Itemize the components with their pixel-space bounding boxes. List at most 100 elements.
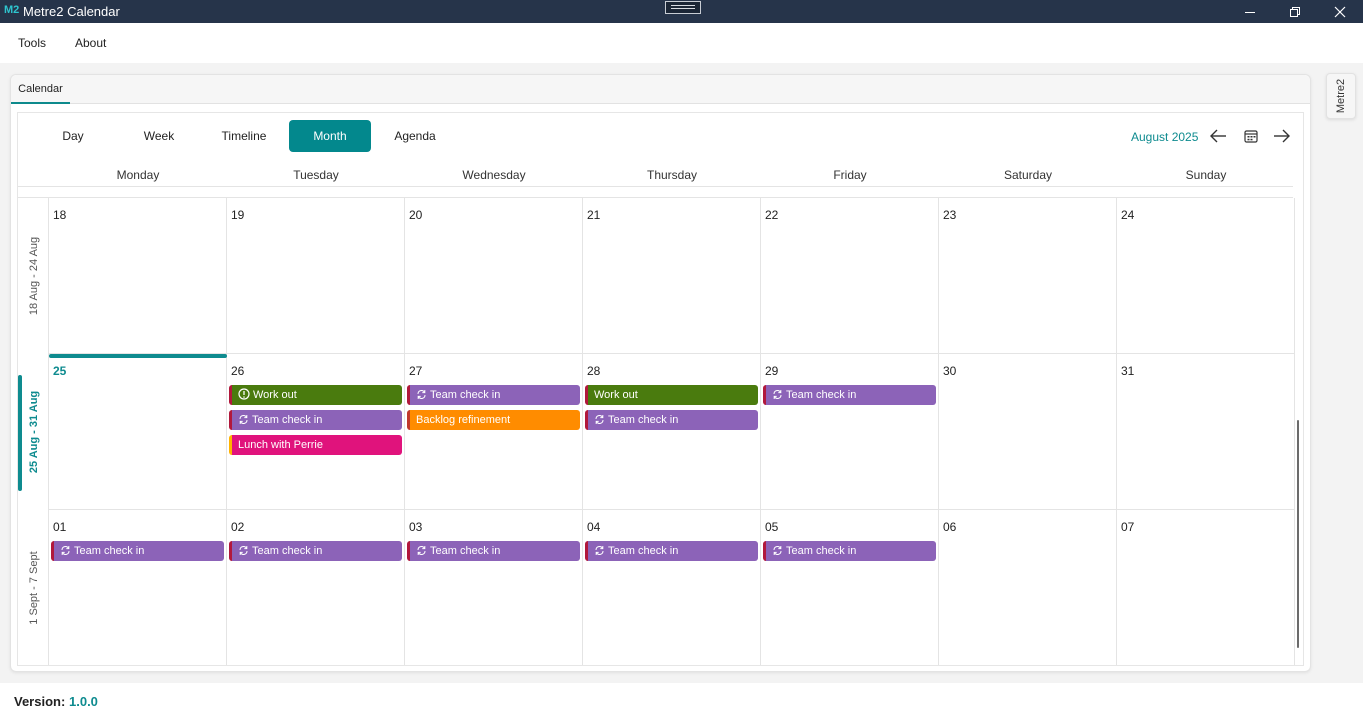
dayname-saturday: Saturday bbox=[1003, 168, 1053, 182]
calendar-icon bbox=[1244, 130, 1258, 143]
day-number: 18 bbox=[53, 208, 67, 222]
day-cell[interactable]: 28 bbox=[583, 354, 761, 510]
previous-week-row-partial bbox=[18, 187, 1293, 198]
day-number: 21 bbox=[587, 208, 601, 222]
day-cell-today[interactable]: 25 bbox=[49, 354, 227, 510]
event-backlog-refinement[interactable]: Backlog refinement bbox=[407, 410, 580, 430]
day-number: 25 bbox=[53, 364, 67, 378]
day-cell[interactable]: 18 bbox=[49, 198, 227, 354]
view-day-button[interactable]: Day bbox=[32, 120, 114, 152]
view-month-button[interactable]: Month bbox=[289, 120, 371, 152]
week-label-1[interactable]: 18 Aug - 24 Aug bbox=[18, 198, 49, 354]
date-picker-button[interactable] bbox=[1242, 127, 1260, 145]
week-label-3[interactable]: 1 Sept - 7 Sept bbox=[18, 510, 49, 665]
month-grid: 18 Aug - 24 Aug 25 Aug - 31 Aug 1 Sept -… bbox=[18, 198, 1295, 665]
calendar: Day Week Timeline Month Agenda August 20… bbox=[17, 112, 1304, 666]
menu-about[interactable]: About bbox=[75, 36, 106, 50]
day-cell[interactable]: 23 bbox=[939, 198, 1117, 354]
recurring-icon bbox=[239, 545, 248, 555]
week-label-2[interactable]: 25 Aug - 31 Aug bbox=[18, 354, 49, 510]
event-title: Team check in bbox=[430, 545, 501, 557]
dayname-sunday: Sunday bbox=[1185, 168, 1227, 182]
minimize-button[interactable] bbox=[1227, 0, 1273, 23]
event-title: Team check in bbox=[252, 414, 323, 426]
day-cell[interactable]: 07 bbox=[1117, 510, 1295, 665]
alert-circle-icon bbox=[238, 388, 250, 400]
day-cell[interactable]: 27 bbox=[405, 354, 583, 510]
day-cell[interactable]: 05 bbox=[761, 510, 939, 665]
day-cell[interactable]: 30 bbox=[939, 354, 1117, 510]
day-cell[interactable]: 24 bbox=[1117, 198, 1295, 354]
event-team-check-in[interactable]: Team check in bbox=[407, 385, 580, 405]
arrow-left-icon bbox=[1210, 129, 1226, 143]
day-cell[interactable]: 21 bbox=[583, 198, 761, 354]
event-lunch-with-perrie[interactable]: Lunch with Perrie bbox=[229, 435, 402, 455]
event-title: Backlog refinement bbox=[416, 414, 511, 426]
day-number: 05 bbox=[765, 520, 779, 534]
view-week-button[interactable]: Week bbox=[118, 120, 200, 152]
dayname-tuesday: Tuesday bbox=[293, 168, 339, 182]
event-work-out[interactable]: Work out bbox=[585, 385, 758, 405]
restore-icon bbox=[1290, 6, 1300, 17]
event-team-check-in[interactable]: Team check in bbox=[51, 541, 224, 561]
day-number: 31 bbox=[1121, 364, 1135, 378]
day-number: 28 bbox=[587, 364, 601, 378]
day-cell[interactable]: 31 bbox=[1117, 354, 1295, 510]
view-agenda-button[interactable]: Agenda bbox=[374, 120, 456, 152]
prev-month-button[interactable] bbox=[1207, 127, 1229, 145]
day-cell[interactable]: 02 bbox=[227, 510, 405, 665]
day-cell[interactable]: 22 bbox=[761, 198, 939, 354]
day-cell[interactable]: 06 bbox=[939, 510, 1117, 665]
event-title: Work out bbox=[594, 389, 638, 401]
event-team-check-in[interactable]: Team check in bbox=[585, 541, 758, 561]
day-number: 07 bbox=[1121, 520, 1135, 534]
week-label-column: 18 Aug - 24 Aug 25 Aug - 31 Aug 1 Sept -… bbox=[18, 198, 49, 665]
title-bar: M2 Metre2 Calendar bbox=[0, 0, 1363, 23]
event-title: Work out bbox=[253, 389, 297, 401]
recurring-icon bbox=[595, 414, 604, 424]
event-team-check-in[interactable]: Team check in bbox=[763, 541, 936, 561]
dayname-wednesday: Wednesday bbox=[462, 168, 526, 182]
day-cell[interactable]: 03 bbox=[405, 510, 583, 665]
view-timeline-button[interactable]: Timeline bbox=[203, 120, 285, 152]
day-number: 20 bbox=[409, 208, 423, 222]
event-title: Team check in bbox=[430, 389, 501, 401]
vertical-scrollbar[interactable] bbox=[1297, 420, 1299, 648]
close-button[interactable] bbox=[1317, 0, 1363, 23]
day-number: 02 bbox=[231, 520, 245, 534]
event-team-check-in[interactable]: Team check in bbox=[229, 541, 402, 561]
event-team-check-in[interactable]: Team check in bbox=[763, 385, 936, 405]
day-cell[interactable]: 26 bbox=[227, 354, 405, 510]
menu-tools[interactable]: Tools bbox=[18, 36, 46, 50]
event-team-check-in[interactable]: Team check in bbox=[407, 541, 580, 561]
dayname-thursday: Thursday bbox=[646, 168, 698, 182]
side-tab-metre2[interactable]: Metre2 bbox=[1326, 73, 1356, 119]
tab-calendar[interactable]: Calendar bbox=[11, 75, 70, 104]
event-work-out[interactable]: Work out bbox=[229, 385, 402, 405]
maximize-button[interactable] bbox=[1272, 0, 1318, 23]
day-cell[interactable]: 20 bbox=[405, 198, 583, 354]
day-cell[interactable]: 01 bbox=[49, 510, 227, 665]
version-value: 1.0.0 bbox=[69, 694, 98, 709]
drag-handle-icon[interactable] bbox=[665, 1, 701, 14]
event-team-check-in[interactable]: Team check in bbox=[585, 410, 758, 430]
event-title: Team check in bbox=[252, 545, 323, 557]
day-number: 23 bbox=[943, 208, 957, 222]
event-team-check-in[interactable]: Team check in bbox=[229, 410, 402, 430]
recurring-icon bbox=[417, 545, 426, 555]
current-month-label[interactable]: August 2025 bbox=[1131, 130, 1198, 144]
day-number: 04 bbox=[587, 520, 601, 534]
recurring-icon bbox=[595, 545, 604, 555]
version-footer: Version: 1.0.0 bbox=[0, 683, 1363, 719]
day-cell[interactable]: 19 bbox=[227, 198, 405, 354]
dayname-friday: Friday bbox=[833, 168, 867, 182]
next-month-button[interactable] bbox=[1271, 127, 1293, 145]
day-number: 03 bbox=[409, 520, 423, 534]
day-cell[interactable]: 29 bbox=[761, 354, 939, 510]
day-cell[interactable]: 04 bbox=[583, 510, 761, 665]
current-week-marker bbox=[18, 375, 22, 491]
day-number: 30 bbox=[943, 364, 957, 378]
day-number: 06 bbox=[943, 520, 957, 534]
window-title: Metre2 Calendar bbox=[23, 4, 120, 19]
event-title: Team check in bbox=[786, 545, 857, 557]
